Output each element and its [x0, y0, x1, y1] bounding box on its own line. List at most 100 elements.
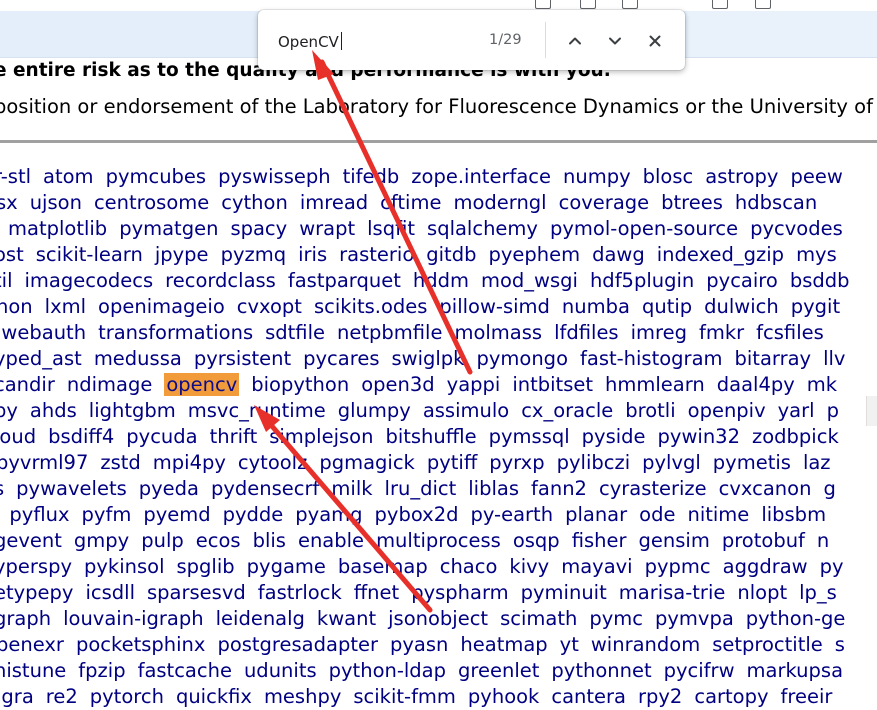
package-link[interactable]: pymcubes	[106, 165, 207, 188]
package-link[interactable]: marisa-trie	[619, 581, 726, 604]
package-link[interactable]: swiglpk	[391, 347, 464, 370]
package-link[interactable]: pytorch	[90, 685, 164, 708]
package-link[interactable]: libsbm	[761, 503, 826, 526]
package-link[interactable]: transformations	[98, 321, 253, 344]
package-link[interactable]: netpbmfile	[337, 321, 442, 344]
package-link[interactable]: pythonnet	[551, 659, 651, 682]
package-link[interactable]: mys	[796, 243, 837, 266]
package-link[interactable]: py	[0, 399, 18, 422]
package-link[interactable]: cvxopt	[237, 295, 302, 318]
package-link[interactable]: bsddb	[790, 269, 850, 292]
package-link[interactable]: cftime	[380, 191, 441, 214]
package-link[interactable]: yappi	[447, 373, 501, 396]
package-link[interactable]: osqp	[513, 529, 560, 552]
package-link[interactable]: gmpy	[74, 529, 129, 552]
package-link[interactable]: mayavi	[561, 555, 632, 578]
package-link[interactable]: penexr	[0, 633, 64, 656]
package-link[interactable]: fisher	[572, 529, 627, 552]
package-link[interactable]: ode	[639, 503, 675, 526]
package-link[interactable]: lightgbm	[89, 399, 176, 422]
package-link-highlighted[interactable]: opencv	[164, 373, 240, 396]
package-link[interactable]: pymol-open-source	[550, 217, 738, 240]
package-link[interactable]: rpy2	[638, 685, 682, 708]
package-link[interactable]: numba	[562, 295, 630, 318]
package-link[interactable]: nlopt	[737, 581, 787, 604]
package-link[interactable]: cython	[221, 191, 288, 214]
package-link[interactable]: ujson	[30, 191, 82, 214]
package-link[interactable]: intbitset	[512, 373, 593, 396]
package-link[interactable]: brotli	[625, 399, 675, 422]
package-link[interactable]: greenlet	[458, 659, 539, 682]
package-link[interactable]: wrapt	[299, 217, 355, 240]
package-link[interactable]: pyhook	[468, 685, 539, 708]
package-link[interactable]: molmass	[454, 321, 542, 344]
package-link[interactable]: re2	[46, 685, 78, 708]
package-link[interactable]: hmmlearn	[605, 373, 705, 396]
package-link[interactable]: enable	[298, 529, 364, 552]
package-link[interactable]: aggdraw	[723, 555, 808, 578]
package-link[interactable]: pymc	[589, 607, 643, 630]
package-link[interactable]: cvxcanon	[719, 477, 812, 500]
package-link[interactable]: milk	[331, 477, 372, 500]
package-link[interactable]: jsonobject	[388, 607, 488, 630]
package-link[interactable]: pillow-simd	[439, 295, 550, 318]
package-link[interactable]: histune	[0, 659, 66, 682]
package-link[interactable]: blosc	[643, 165, 694, 188]
package-link[interactable]: numpy	[563, 165, 631, 188]
package-link[interactable]: yperspy	[0, 555, 72, 578]
package-link[interactable]: python-ge	[746, 607, 846, 630]
package-link[interactable]: protobuf	[722, 529, 805, 552]
package-link[interactable]: imread	[300, 191, 368, 214]
package-link[interactable]: fastparquet	[288, 269, 401, 292]
package-link[interactable]: meshpy	[264, 685, 341, 708]
package-link[interactable]: pyvrml97	[0, 451, 88, 474]
package-link[interactable]: g	[823, 477, 835, 500]
package-link[interactable]: markupsa	[747, 659, 844, 682]
package-link[interactable]: pylibczi	[557, 451, 631, 474]
find-input[interactable]	[278, 29, 478, 55]
package-link[interactable]: indexed_gzip	[657, 243, 784, 266]
package-link[interactable]: quickfix	[176, 685, 252, 708]
package-link[interactable]: pytiff	[427, 451, 477, 474]
package-link[interactable]: sparsesvd	[147, 581, 246, 604]
package-link[interactable]: gitdb	[426, 243, 476, 266]
package-link[interactable]: py	[820, 555, 844, 578]
package-link[interactable]: python-ldap	[329, 659, 446, 682]
package-link[interactable]: pyside	[582, 425, 646, 448]
package-link[interactable]: freeir	[781, 685, 833, 708]
package-link[interactable]: pyminuit	[521, 581, 607, 604]
package-link[interactable]: cyrasterize	[599, 477, 707, 500]
package-link[interactable]: biopython	[251, 373, 349, 396]
package-link[interactable]: pyasn	[390, 633, 448, 656]
package-link[interactable]: basemap	[338, 555, 428, 578]
package-link[interactable]: cartopy	[694, 685, 768, 708]
package-link[interactable]: candir	[0, 373, 55, 396]
package-link[interactable]: scimath	[500, 607, 577, 630]
package-link[interactable]: fastrlock	[258, 581, 342, 604]
package-link[interactable]: fast-histogram	[580, 347, 723, 370]
package-link[interactable]: jpype	[155, 243, 209, 266]
package-link[interactable]: pycairo	[706, 269, 778, 292]
package-link[interactable]: moderngl	[453, 191, 546, 214]
package-link[interactable]: scikits.odes	[314, 295, 427, 318]
package-link[interactable]: pyswisseph	[218, 165, 331, 188]
package-link[interactable]: bsdiff4	[48, 425, 114, 448]
package-link[interactable]: assimulo	[423, 399, 509, 422]
package-link[interactable]: lfdfiles	[554, 321, 619, 344]
package-link[interactable]: mpi4py	[153, 451, 226, 474]
package-link[interactable]: rasterio	[339, 243, 414, 266]
toolbar-icon[interactable]	[755, 0, 771, 9]
package-link[interactable]: sdtfile	[265, 321, 325, 344]
package-link[interactable]: s	[0, 477, 4, 500]
package-link[interactable]: iris	[298, 243, 327, 266]
package-link[interactable]: zodbpick	[752, 425, 839, 448]
package-link[interactable]: lru_dict	[385, 477, 457, 500]
find-previous-button[interactable]	[562, 28, 588, 54]
package-link[interactable]: sqlalchemy	[427, 217, 538, 240]
package-link[interactable]: ffnet	[354, 581, 399, 604]
package-link[interactable]: simplejson	[269, 425, 373, 448]
package-link[interactable]: pocketsphinx	[76, 633, 205, 656]
package-link[interactable]: pyflux	[9, 503, 69, 526]
package-link[interactable]: ahds	[30, 399, 77, 422]
package-link[interactable]: tifedb	[343, 165, 400, 188]
